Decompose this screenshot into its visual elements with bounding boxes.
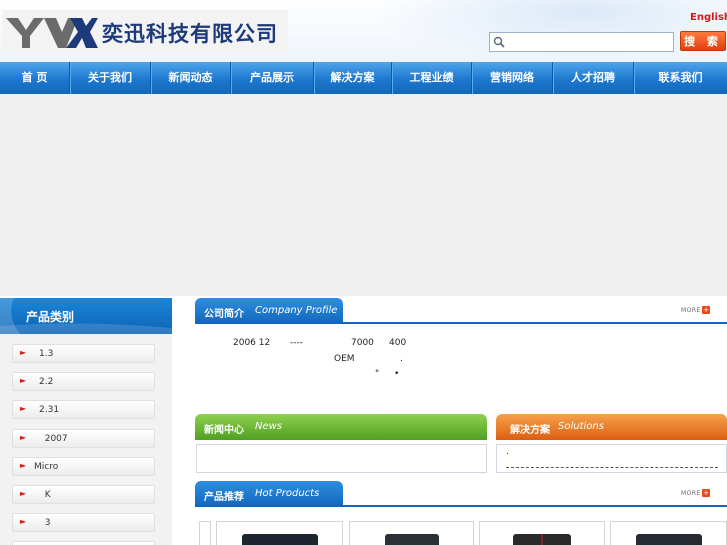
sidebar-category-list: ► 1.3 ► 2.2 ► 2.31 ► 2007 ► Micro ► K ► … [0, 334, 172, 545]
search-button[interactable]: 搜 索 [680, 31, 726, 51]
product-image [384, 534, 439, 545]
sidebar-title-bar: 产品类别 [0, 298, 172, 334]
news-title-en: News [255, 421, 283, 432]
solutions-divider [506, 467, 718, 468]
profile-section-header: 公司简介 Company Profile [195, 298, 727, 324]
products-title-en: Hot Products [255, 488, 320, 499]
solutions-section-header: 解决方案 Solutions [496, 414, 727, 440]
profile-text: 400 [389, 338, 407, 348]
category-label: K [39, 490, 51, 500]
search-input[interactable] [510, 35, 670, 49]
solutions-title-en: Solutions [558, 421, 604, 432]
category-item[interactable]: ► K [12, 485, 155, 504]
arrow-right-icon: ► [20, 489, 27, 498]
more-label: MORE [681, 307, 701, 314]
products-section-header: 产品推荐 Hot Products [195, 481, 727, 507]
arrow-right-icon: ► [20, 461, 27, 470]
category-label: Micro [34, 462, 59, 472]
news-list [196, 444, 487, 473]
plus-icon: + [702, 489, 710, 497]
news-tab: 新闻中心 News [195, 414, 487, 440]
category-item[interactable]: ► Micro [12, 457, 155, 476]
site-header: 奕迅科技有限公司 English 搜 索 [0, 0, 727, 62]
plus-icon: + [702, 306, 710, 314]
nav-item-home[interactable]: 首 页 [0, 62, 70, 94]
product-card[interactable] [216, 521, 343, 545]
product-card[interactable] [349, 521, 474, 545]
profile-text: • [394, 369, 400, 379]
product-card[interactable] [199, 521, 211, 545]
profile-title-cn: 公司简介 [204, 309, 244, 320]
arrow-right-icon: ► [20, 376, 27, 385]
products-more-link[interactable]: MORE + [681, 489, 710, 499]
nav-item-products[interactable]: 产品展示 [231, 62, 314, 94]
solutions-item[interactable]: . [506, 447, 509, 457]
profile-text: . [400, 354, 403, 364]
company-name: 奕迅科技有限公司 [102, 22, 278, 46]
product-card[interactable] [479, 521, 605, 545]
profile-tab: 公司简介 Company Profile [195, 298, 343, 324]
category-item[interactable]: ► 3 [12, 513, 155, 532]
arrow-right-icon: ► [20, 348, 27, 357]
products-tab: 产品推荐 Hot Products [195, 481, 343, 507]
sidebar-title: 产品类别 [26, 310, 75, 324]
solutions-title-cn: 解决方案 [510, 425, 550, 436]
category-label: 2.2 [39, 377, 54, 387]
profile-title-en: Company Profile [255, 305, 338, 316]
logo[interactable]: 奕迅科技有限公司 [2, 10, 288, 54]
product-image [635, 534, 702, 545]
search-field[interactable] [489, 32, 674, 52]
product-card[interactable] [610, 521, 727, 545]
profile-text: 2006 12 [233, 338, 271, 348]
profile-text: OEM [334, 354, 355, 364]
nav-item-projects[interactable]: 工程业绩 [392, 62, 472, 94]
english-link[interactable]: English [690, 12, 727, 23]
profile-text: 7000 [351, 338, 374, 348]
category-item[interactable]: ► 2.31 [12, 400, 155, 419]
nav-item-about[interactable]: 关于我们 [70, 62, 151, 94]
nav-item-news[interactable]: 新闻动态 [151, 62, 231, 94]
product-image [241, 534, 318, 545]
logo-mark-icon [6, 18, 98, 48]
products-title-cn: 产品推荐 [204, 492, 244, 503]
nav-item-jobs[interactable]: 人才招聘 [553, 62, 634, 94]
nav-item-solutions[interactable]: 解决方案 [314, 62, 392, 94]
header-background [367, 0, 727, 62]
profile-text: " [375, 369, 380, 379]
category-item[interactable]: ► 1.3 [12, 344, 155, 363]
arrow-right-icon: ► [20, 433, 27, 442]
arrow-right-icon: ► [20, 517, 27, 526]
nav-item-contact[interactable]: 联系我们 [634, 62, 727, 94]
category-label: 2.31 [39, 405, 60, 415]
news-title-cn: 新闻中心 [204, 425, 244, 436]
category-item[interactable]: ► 2007 [12, 429, 155, 448]
category-label: 3 [39, 518, 51, 528]
more-label: MORE [681, 490, 701, 497]
category-label: 2007 [39, 434, 68, 444]
profile-text: ---- [290, 338, 303, 348]
category-item[interactable]: ► 2.2 [12, 372, 155, 391]
news-section-header: 新闻中心 News [195, 414, 487, 440]
profile-more-link[interactable]: MORE + [681, 306, 710, 316]
product-image [513, 534, 571, 545]
solutions-tab: 解决方案 Solutions [496, 414, 727, 440]
solutions-list: . [496, 444, 727, 473]
products-underline [195, 505, 727, 507]
profile-underline [195, 322, 727, 324]
search-icon [493, 36, 505, 48]
main-nav: 首 页 关于我们 新闻动态 产品展示 解决方案 工程业绩 营销网络 人才招聘 联… [0, 62, 727, 94]
nav-item-network[interactable]: 营销网络 [472, 62, 553, 94]
category-label: 1.3 [39, 349, 54, 359]
page: 奕迅科技有限公司 English 搜 索 首 页 关于我们 新闻动态 产品展示 … [0, 0, 727, 545]
banner-area [0, 94, 727, 296]
arrow-right-icon: ► [20, 404, 27, 413]
category-item[interactable] [12, 541, 155, 545]
